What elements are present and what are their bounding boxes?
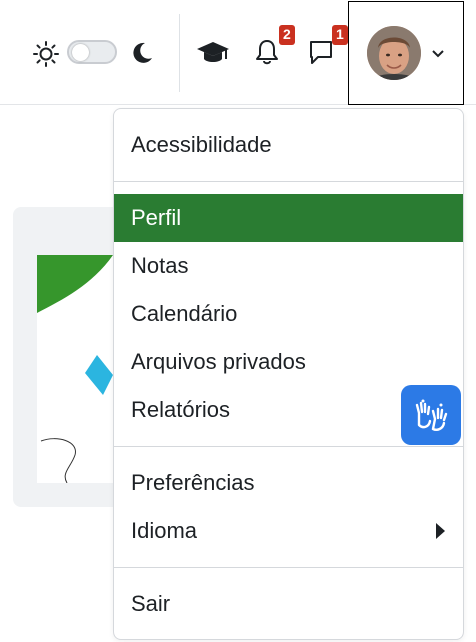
- menu-item-grades[interactable]: Notas: [114, 242, 463, 290]
- notifications-badge: 2: [279, 25, 295, 45]
- toggle-knob: [72, 44, 89, 61]
- top-navbar: 2 1: [0, 0, 476, 105]
- sun-icon[interactable]: [30, 38, 62, 70]
- moon-icon[interactable]: [126, 37, 158, 69]
- menu-item-preferences[interactable]: Preferências: [114, 459, 463, 507]
- menu-item-language[interactable]: Idioma: [114, 507, 463, 555]
- caret-right-icon: [436, 523, 445, 539]
- sign-language-hands-icon[interactable]: [401, 385, 461, 445]
- chevron-down-icon: [429, 44, 447, 62]
- menu-item-label: Perfil: [131, 205, 182, 230]
- messages-badge: 1: [332, 25, 348, 45]
- menu-item-label: Sair: [131, 591, 171, 616]
- menu-item-logout[interactable]: Sair: [114, 580, 463, 628]
- user-menu-toggle[interactable]: [348, 1, 464, 105]
- menu-item-label: Acessibilidade: [131, 132, 272, 157]
- avatar: [367, 26, 421, 80]
- menu-item-profile[interactable]: Perfil: [114, 194, 463, 242]
- menu-divider: [114, 446, 463, 447]
- menu-item-label: Arquivos privados: [131, 349, 306, 374]
- menu-item-label: Relatórios: [131, 397, 231, 422]
- menu-divider: [114, 181, 463, 182]
- user-menu-dropdown: Acessibilidade Perfil Notas Calendário A…: [113, 108, 464, 640]
- menu-item-label: Notas: [131, 253, 189, 278]
- menu-item-accessibility[interactable]: Acessibilidade: [114, 121, 463, 169]
- navbar-divider: [179, 14, 180, 92]
- menu-item-calendar[interactable]: Calendário: [114, 290, 463, 338]
- menu-item-label: Calendário: [131, 301, 238, 326]
- theme-toggle[interactable]: [67, 40, 117, 64]
- menu-divider: [114, 567, 463, 568]
- graduation-cap-icon[interactable]: [193, 36, 233, 70]
- menu-item-label: Idioma: [131, 518, 198, 543]
- menu-item-private-files[interactable]: Arquivos privados: [114, 338, 463, 386]
- menu-item-label: Preferências: [131, 470, 255, 495]
